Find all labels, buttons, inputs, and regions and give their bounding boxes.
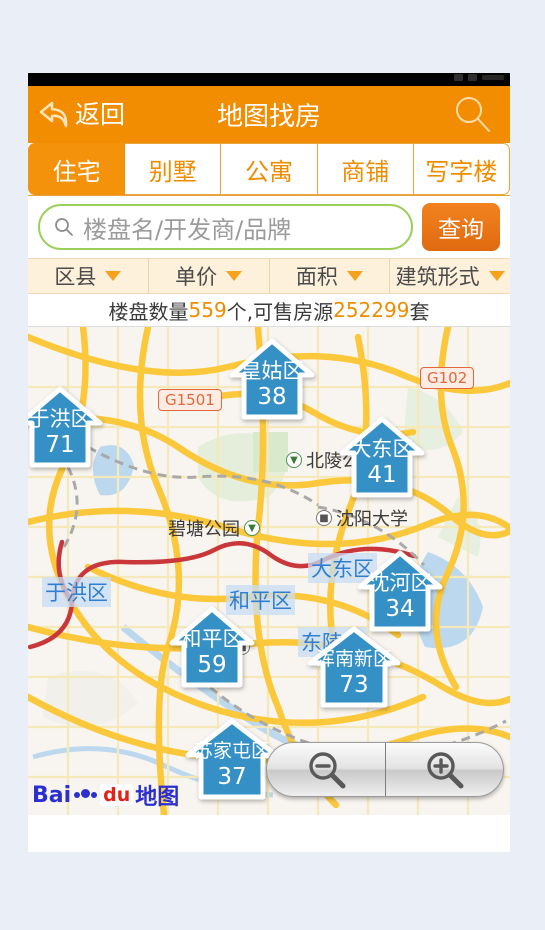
map-marker-hunnanxinqu[interactable]: 浑南新区 73 <box>306 625 402 711</box>
category-tabs: 住宅 别墅 公寓 商铺 写字楼 <box>28 143 510 196</box>
stats-prefix: 楼盘数量 <box>108 299 189 324</box>
chevron-down-icon <box>488 271 505 281</box>
zoom-in-icon <box>427 751 464 788</box>
stats-summary: 楼盘数量 559 个,可售房源 252299 套 <box>28 294 510 327</box>
chevron-down-icon <box>226 271 243 281</box>
signal-icon <box>454 74 463 81</box>
tab-apartment[interactable]: 公寓 <box>221 143 318 195</box>
tab-residential[interactable]: 住宅 <box>28 143 126 195</box>
map-district-label: 于洪区 <box>42 577 111 607</box>
park-icon: ▼ <box>244 520 260 536</box>
stats-suffix: 套 <box>409 299 430 324</box>
road-shield: G1501 <box>158 389 222 411</box>
query-button[interactable]: 查询 <box>422 203 500 251</box>
stats-middle: 个,可售房源 <box>226 299 334 324</box>
school-icon: ■ <box>316 510 332 526</box>
house-marker-icon: 于洪区 71 <box>28 385 104 471</box>
phone-screen: 返回 地图找房 住宅 别墅 公寓 商铺 写字楼 楼盘名/开发商/品牌 查询 区县 <box>28 73 510 852</box>
tab-office[interactable]: 写字楼 <box>413 143 510 195</box>
status-bar-icons <box>454 74 504 81</box>
poi-label: 碧塘公园 ▼ <box>168 515 260 541</box>
zoom-out-icon <box>309 751 346 788</box>
filter-district[interactable]: 区县 <box>28 259 149 293</box>
back-button[interactable]: 返回 <box>38 100 125 130</box>
map-marker-dadong[interactable]: 大东区 41 <box>338 415 426 501</box>
road-shield: G102 <box>420 367 475 389</box>
map-marker-heping[interactable]: 和平区 59 <box>168 605 256 691</box>
map-canvas[interactable]: G1501 G102 ▼ 北陵公 碧塘公园 ▼ ■ 沈阳大学 ■ 于洪区 和平区… <box>28 327 510 815</box>
house-marker-icon: 沈河区 34 <box>356 549 444 635</box>
filter-district-label: 区县 <box>54 265 97 289</box>
filter-area[interactable]: 面积 <box>270 259 391 293</box>
filter-area-label: 面积 <box>295 265 338 289</box>
search-icon <box>55 218 73 236</box>
magnifier-icon[interactable] <box>452 94 494 136</box>
back-label: 返回 <box>75 100 126 129</box>
house-marker-icon: 苏家屯区 37 <box>184 717 280 803</box>
house-marker-icon: 浑南新区 73 <box>306 625 402 711</box>
back-arrow-icon <box>39 101 68 127</box>
poi-label: ■ 沈阳大学 <box>316 505 408 531</box>
search-row: 楼盘名/开发商/品牌 查询 <box>28 196 510 258</box>
map-marker-shenhe[interactable]: 沈河区 34 <box>356 549 444 635</box>
battery-icon <box>482 75 504 80</box>
house-marker-icon: 皇姑区 38 <box>228 337 316 423</box>
tab-villa[interactable]: 别墅 <box>125 143 222 195</box>
zoom-out-button[interactable] <box>267 743 385 796</box>
filter-unit-price-label: 单价 <box>175 265 218 289</box>
search-placeholder: 楼盘名/开发商/品牌 <box>83 215 292 244</box>
map-zoom-control <box>266 742 504 797</box>
wifi-icon <box>468 74 477 81</box>
map-marker-yuhong[interactable]: 于洪区 71 <box>28 385 104 471</box>
poi-label-text: 碧塘公园 <box>168 519 240 540</box>
filter-building-type[interactable]: 建筑形式 <box>390 259 510 293</box>
poi-label-text: 沈阳大学 <box>336 509 408 530</box>
house-marker-icon: 大东区 41 <box>338 415 426 501</box>
tab-shop[interactable]: 商铺 <box>317 143 414 195</box>
house-marker-icon: 和平区 59 <box>168 605 256 691</box>
search-input[interactable]: 楼盘名/开发商/品牌 <box>38 204 413 250</box>
app-header: 返回 地图找房 <box>28 86 510 143</box>
park-icon: ▼ <box>286 452 302 468</box>
zoom-in-button[interactable] <box>386 743 504 796</box>
status-bar <box>28 73 510 86</box>
projects-count: 559 <box>188 298 227 322</box>
filter-unit-price[interactable]: 单价 <box>149 259 270 293</box>
listings-count: 252299 <box>333 298 410 322</box>
chevron-down-icon <box>346 271 363 281</box>
filter-bar: 区县 单价 面积 建筑形式 <box>28 258 510 294</box>
chevron-down-icon <box>105 271 122 281</box>
map-marker-sujiatun[interactable]: 苏家屯区 37 <box>184 717 280 803</box>
map-marker-huanggu[interactable]: 皇姑区 38 <box>228 337 316 423</box>
filter-building-type-label: 建筑形式 <box>395 265 480 289</box>
